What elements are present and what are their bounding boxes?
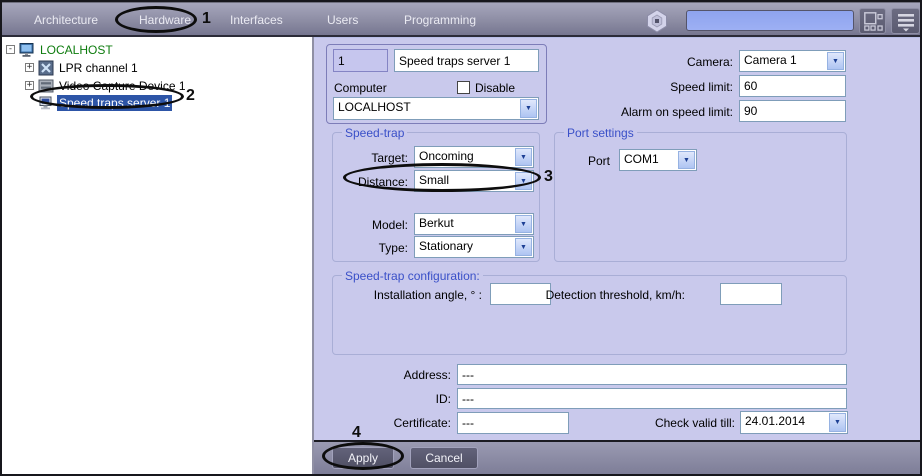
annotation-number-1: 1 bbox=[202, 10, 211, 28]
tree-item-localhost[interactable]: - LOCALHOST bbox=[6, 41, 115, 58]
tree-item-video-capture-device[interactable]: + Video Capture Device 1 bbox=[25, 77, 188, 94]
application-window: Architecture Hardware Interfaces Users P… bbox=[0, 0, 922, 476]
speed-limit-label: Speed limit: bbox=[562, 80, 733, 94]
distance-select[interactable]: Small ▼ bbox=[414, 170, 534, 192]
chevron-down-icon[interactable]: ▼ bbox=[515, 148, 532, 166]
speed-trap-configuration-title: Speed-trap configuration: bbox=[342, 269, 483, 283]
distance-select-value: Small bbox=[415, 171, 514, 191]
top-menu-bar: Architecture Hardware Interfaces Users P… bbox=[2, 2, 920, 37]
port-label: Port bbox=[542, 154, 610, 168]
chevron-down-icon[interactable]: ▼ bbox=[678, 151, 695, 169]
search-input[interactable] bbox=[686, 10, 854, 31]
expander-expand-icon[interactable]: + bbox=[25, 81, 34, 90]
camera-label: Camera: bbox=[562, 55, 733, 69]
check-valid-till-select[interactable]: 24.01.2014 ▼ bbox=[740, 411, 848, 434]
lpr-channel-icon bbox=[38, 60, 54, 76]
layout-grid-button[interactable] bbox=[859, 8, 886, 34]
object-id-field[interactable] bbox=[333, 49, 388, 72]
detection-threshold-label: Detection threshold, km/h: bbox=[542, 288, 685, 302]
video-capture-device-icon bbox=[38, 78, 54, 94]
chevron-down-icon[interactable]: ▼ bbox=[515, 215, 532, 233]
installation-angle-label: Installation angle, ° : bbox=[338, 288, 482, 302]
model-label: Model: bbox=[338, 218, 408, 232]
tree-item-lpr-channel[interactable]: + LPR channel 1 bbox=[25, 59, 140, 76]
annotation-number-2: 2 bbox=[186, 87, 195, 105]
camera-select-value: Camera 1 bbox=[740, 51, 826, 71]
footer-bar bbox=[314, 440, 922, 476]
check-valid-till-value: 24.01.2014 bbox=[741, 412, 828, 433]
alarm-on-speed-limit-label: Alarm on speed limit: bbox=[562, 105, 733, 119]
tree-item-speed-traps-server[interactable]: Speed traps server 1 bbox=[38, 94, 172, 111]
menu-item-interfaces[interactable]: Interfaces bbox=[230, 13, 283, 27]
expander-expand-icon[interactable]: + bbox=[25, 63, 34, 72]
tree-item-label: Video Capture Device 1 bbox=[57, 78, 188, 94]
tree-item-label: LPR channel 1 bbox=[57, 60, 140, 76]
speed-traps-server-icon bbox=[38, 95, 54, 111]
disable-label: Disable bbox=[475, 81, 515, 95]
apply-button[interactable]: Apply bbox=[332, 447, 394, 469]
settings-hexnut-icon[interactable] bbox=[645, 9, 669, 33]
type-select-value: Stationary bbox=[415, 237, 514, 257]
computer-select[interactable]: LOCALHOST ▼ bbox=[333, 97, 539, 120]
chevron-down-icon[interactable]: ▼ bbox=[515, 238, 532, 256]
id-label: ID: bbox=[351, 392, 451, 406]
chevron-down-icon[interactable]: ▼ bbox=[520, 99, 537, 118]
speed-limit-field[interactable] bbox=[739, 75, 846, 97]
certificate-label: Certificate: bbox=[351, 416, 451, 430]
object-name-field[interactable] bbox=[394, 49, 539, 72]
certificate-field[interactable] bbox=[457, 412, 569, 434]
port-settings-group-title: Port settings bbox=[564, 126, 637, 140]
target-label: Target: bbox=[338, 151, 408, 165]
layout-grid-icon bbox=[863, 11, 883, 31]
detection-threshold-field[interactable] bbox=[720, 283, 782, 305]
alarm-on-speed-limit-field[interactable] bbox=[739, 100, 846, 122]
menu-item-architecture[interactable]: Architecture bbox=[34, 13, 98, 27]
computer-monitor-icon bbox=[19, 42, 35, 58]
chevron-down-icon[interactable]: ▼ bbox=[829, 413, 846, 432]
annotation-number-3: 3 bbox=[544, 168, 553, 186]
target-select-value: Oncoming bbox=[415, 147, 514, 167]
disable-checkbox[interactable] bbox=[457, 81, 470, 94]
chevron-down-icon[interactable]: ▼ bbox=[515, 172, 532, 190]
speed-trap-group-title: Speed-trap bbox=[342, 126, 407, 140]
chevron-down-icon[interactable]: ▼ bbox=[827, 52, 844, 70]
menu-item-users[interactable]: Users bbox=[327, 13, 358, 27]
annotation-number-4: 4 bbox=[352, 424, 361, 442]
port-select[interactable]: COM1 ▼ bbox=[619, 149, 697, 171]
menu-item-hardware[interactable]: Hardware bbox=[139, 13, 191, 27]
computer-label: Computer bbox=[334, 81, 387, 95]
model-select-value: Berkut bbox=[415, 214, 514, 234]
address-label: Address: bbox=[351, 368, 451, 382]
address-field[interactable] bbox=[457, 364, 847, 385]
id-field[interactable] bbox=[457, 388, 847, 409]
target-select[interactable]: Oncoming ▼ bbox=[414, 146, 534, 168]
tree-item-label: Speed traps server 1 bbox=[57, 95, 172, 111]
model-select[interactable]: Berkut ▼ bbox=[414, 213, 534, 235]
main-menu-button[interactable] bbox=[891, 8, 920, 34]
port-settings-group bbox=[554, 132, 847, 262]
check-valid-till-label: Check valid till: bbox=[612, 416, 735, 430]
camera-select[interactable]: Camera 1 ▼ bbox=[739, 50, 846, 72]
tree-item-label: LOCALHOST bbox=[38, 42, 115, 58]
distance-label: Distance: bbox=[338, 175, 408, 189]
type-select[interactable]: Stationary ▼ bbox=[414, 236, 534, 258]
expander-collapse-icon[interactable]: - bbox=[6, 45, 15, 54]
computer-select-value: LOCALHOST bbox=[334, 98, 519, 119]
hamburger-menu-icon bbox=[896, 10, 916, 32]
objects-tree-panel: - LOCALHOST + LPR channel 1 + bbox=[2, 37, 314, 476]
type-label: Type: bbox=[338, 241, 408, 255]
cancel-button[interactable]: Cancel bbox=[410, 447, 478, 469]
menu-item-programming[interactable]: Programming bbox=[404, 13, 476, 27]
port-select-value: COM1 bbox=[620, 150, 677, 170]
